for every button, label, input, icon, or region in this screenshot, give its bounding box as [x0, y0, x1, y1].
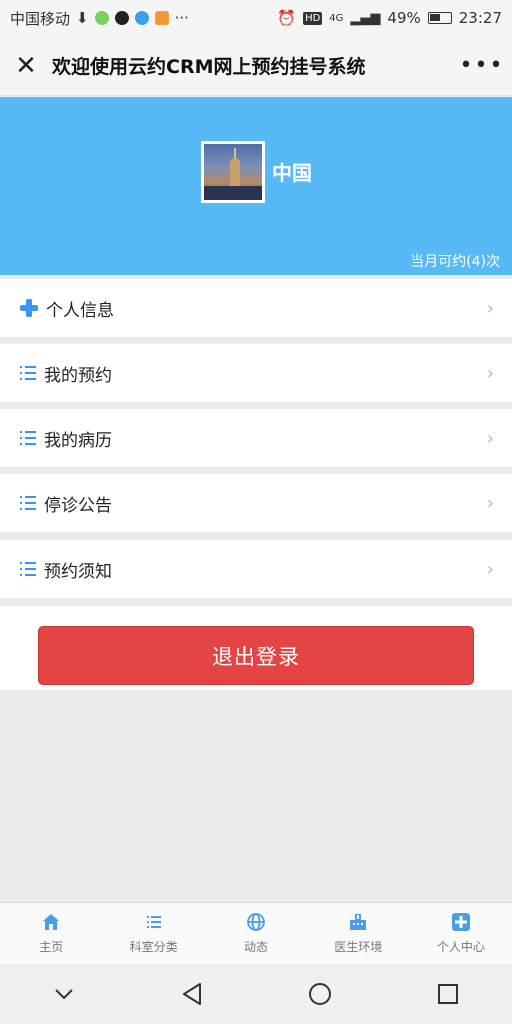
app-icon	[114, 11, 129, 25]
recents-icon[interactable]	[418, 964, 478, 1024]
hd-badge: HD	[303, 11, 323, 25]
app-icon	[134, 11, 149, 25]
network-label: 4G	[329, 12, 344, 24]
list-icon	[20, 431, 36, 445]
menu-item-suspension-notice[interactable]: 停诊公告 ›	[0, 474, 512, 532]
menu-item-label: 我的预约	[44, 365, 112, 386]
tab-doctor-environment[interactable]: 医生环境	[307, 903, 409, 964]
tab-label: 个人中心	[436, 940, 485, 954]
menu-item-personal-info[interactable]: 个人信息 ›	[0, 279, 512, 337]
menu-item-appointment-guide[interactable]: 预约须知 ›	[0, 540, 512, 598]
menu-item-label: 个人信息	[46, 300, 114, 321]
system-nav-bar	[0, 964, 512, 1024]
battery-percent: 49%	[387, 9, 421, 27]
clock-time: 23:27	[458, 9, 502, 27]
appointment-quota: 当月可约(4)次	[410, 254, 500, 270]
app-icon	[94, 11, 109, 25]
menu-item-label: 预约须知	[44, 561, 112, 582]
chevron-right-icon: ›	[486, 427, 494, 449]
page-title: 欢迎使用云约CRM网上预约挂号系统	[52, 56, 366, 78]
user-name: 中国	[272, 161, 312, 185]
menu-item-my-appointments[interactable]: 我的预约 ›	[0, 344, 512, 402]
list-icon	[20, 496, 36, 510]
medical-cross-icon	[20, 299, 38, 317]
download-icon: ⬇	[76, 9, 89, 27]
globe-icon	[246, 912, 266, 932]
menu-item-label: 停诊公告	[44, 495, 112, 516]
chevron-right-icon: ›	[486, 362, 494, 384]
alarm-icon: ⏰	[277, 9, 297, 27]
menu-item-label: 我的病历	[44, 430, 112, 451]
tab-label: 主页	[39, 940, 64, 954]
tab-label: 医生环境	[334, 940, 383, 954]
medical-cross-icon	[451, 912, 471, 932]
tab-home[interactable]: 主页	[0, 903, 102, 964]
battery-icon	[427, 12, 452, 24]
profile-header: 中国 当月可约(4)次	[0, 97, 512, 275]
avatar-base	[204, 186, 262, 200]
menu-item-medical-records[interactable]: 我的病历 ›	[0, 409, 512, 467]
tab-news[interactable]: 动态	[205, 903, 307, 964]
home-icon	[41, 912, 61, 932]
tab-departments[interactable]: 科室分类	[102, 903, 204, 964]
status-right: ⏰ HD 4G ▂▄▆ 49% 23:27	[277, 9, 502, 27]
app-icon	[154, 11, 169, 25]
logout-section: 退出登录	[0, 606, 512, 690]
tab-personal-center[interactable]: 个人中心	[410, 903, 512, 964]
list-icon	[20, 366, 36, 380]
tab-label: 科室分类	[129, 940, 178, 954]
tab-label: 动态	[244, 940, 269, 954]
status-bar: 中国移动 ⬇ ··· ⏰ HD 4G ▂▄▆ 49% 23:27	[0, 0, 512, 36]
home-circle-icon[interactable]	[290, 964, 350, 1024]
hospital-icon	[348, 912, 368, 932]
chevron-right-icon: ›	[486, 297, 494, 319]
more-notifications-icon: ···	[174, 9, 189, 27]
status-left: 中国移动 ⬇ ···	[10, 8, 189, 29]
chevron-down-icon[interactable]	[34, 964, 94, 1024]
close-icon[interactable]: ✕	[0, 36, 52, 96]
logout-button[interactable]: 退出登录	[38, 626, 474, 685]
back-icon[interactable]	[162, 964, 222, 1024]
chevron-right-icon: ›	[486, 492, 494, 514]
carrier-label: 中国移动	[10, 9, 71, 28]
title-bar: ✕ 欢迎使用云约CRM网上预约挂号系统 •••	[0, 36, 512, 96]
list-icon	[144, 912, 164, 932]
list-icon	[20, 562, 36, 576]
avatar[interactable]	[201, 141, 265, 203]
more-icon[interactable]: •••	[452, 36, 512, 96]
signal-icon: ▂▄▆	[350, 10, 381, 26]
bottom-tab-bar: 主页 科室分类 动态 医生环境 个人中心	[0, 902, 512, 964]
chevron-right-icon: ›	[486, 558, 494, 580]
